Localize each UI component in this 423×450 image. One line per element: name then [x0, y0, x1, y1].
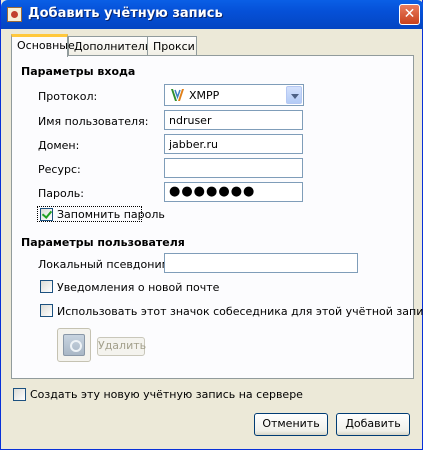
add-button[interactable]: Добавить — [336, 413, 410, 436]
alias-field[interactable] — [164, 253, 358, 273]
login-section-title: Параметры входа — [21, 65, 136, 78]
add-button-label: Добавить — [345, 417, 401, 430]
buddy-icon-label[interactable]: Использовать этот значок собеседника для… — [57, 305, 423, 318]
tab-advanced[interactable]: Дополнительно — [68, 36, 165, 55]
window-title: Добавить учётную запись — [28, 6, 223, 21]
xmpp-icon — [171, 89, 184, 101]
protocol-label: Протокол: — [38, 90, 98, 103]
create-on-server-checkbox[interactable] — [13, 388, 26, 401]
remember-password-label[interactable]: Запомнить пароль — [57, 208, 165, 221]
resource-field[interactable] — [164, 158, 303, 178]
remove-icon-label: Удалить — [98, 339, 147, 352]
alias-label: Локальный псевдоним: — [38, 258, 174, 271]
protocol-select[interactable]: XMPP — [164, 84, 304, 106]
close-button[interactable]: ✕ — [399, 4, 420, 25]
mail-notify-label[interactable]: Уведомления о новой почте — [57, 281, 219, 294]
mail-notify-checkbox[interactable] — [40, 280, 53, 293]
password-label: Пароль: — [38, 187, 84, 200]
cancel-button-label: Отменить — [262, 417, 320, 430]
resource-label: Ресурс: — [38, 163, 81, 176]
dialog-window: Добавить учётную запись ✕ Основные Допол… — [0, 0, 423, 450]
domain-field[interactable]: jabber.ru — [164, 134, 303, 154]
chevron-down-icon[interactable] — [286, 86, 302, 104]
protocol-value: XMPP — [189, 89, 220, 102]
password-field[interactable]: ●●●●●●● — [164, 182, 303, 202]
remember-password-checkbox[interactable] — [40, 208, 53, 221]
app-icon — [7, 7, 22, 22]
cancel-button[interactable]: Отменить — [254, 413, 328, 436]
tab-basic[interactable]: Основные — [11, 34, 75, 57]
username-label: Имя пользователя: — [38, 115, 149, 128]
avatar-placeholder-icon — [63, 334, 85, 356]
username-field[interactable]: ndruser — [164, 110, 303, 130]
remove-icon-button[interactable]: Удалить — [97, 337, 147, 356]
create-on-server-label[interactable]: Создать эту новую учётную запись на серв… — [30, 388, 303, 401]
user-section-title: Параметры пользователя — [21, 236, 185, 249]
title-bar[interactable]: Добавить учётную запись ✕ — [1, 0, 423, 29]
buddy-icon-checkbox[interactable] — [40, 304, 53, 317]
domain-label: Домен: — [38, 139, 80, 152]
buddy-icon-button[interactable] — [57, 328, 91, 362]
tab-proxy[interactable]: Прокси — [147, 36, 197, 55]
